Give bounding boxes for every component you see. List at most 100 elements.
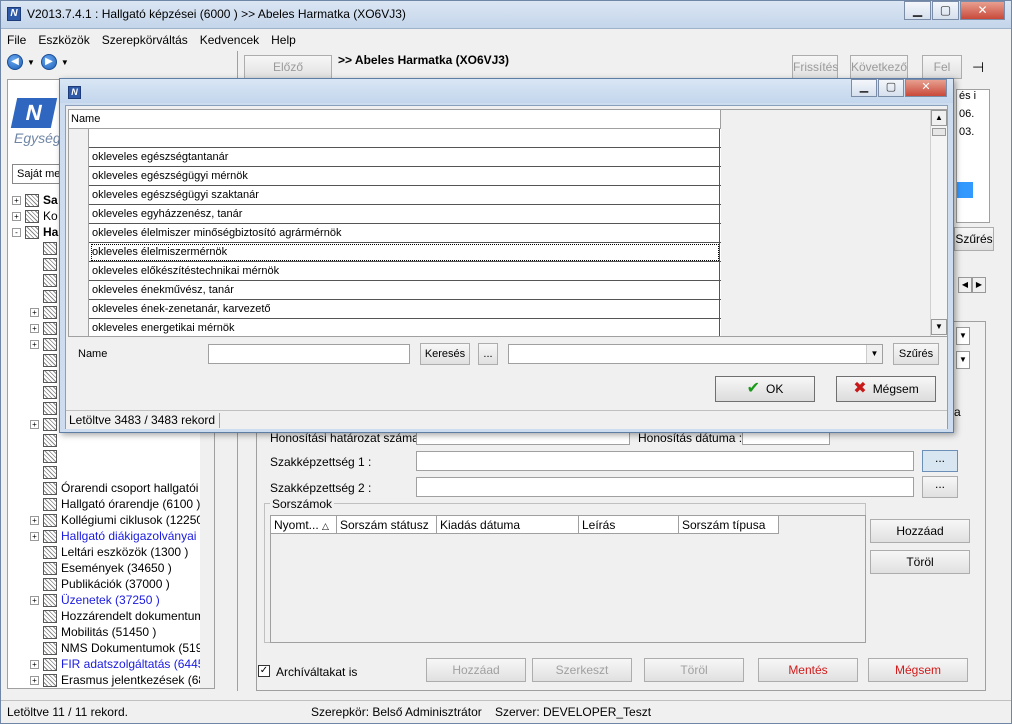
name-grid-row[interactable] (69, 129, 721, 148)
szakkepzettseg-1-input[interactable] (416, 451, 914, 471)
row-selector[interactable] (69, 281, 89, 300)
torol-button[interactable]: Töröl (644, 658, 744, 682)
tree-item[interactable]: Események (34650 ) (8, 560, 214, 576)
row-selector[interactable] (69, 186, 89, 205)
menu-kedvencek[interactable]: Kedvencek (200, 33, 259, 47)
col-nyomt[interactable]: Nyomt... △ (271, 516, 337, 534)
filter-dropdown-icon[interactable]: ▼ (866, 345, 882, 363)
tree-item[interactable]: Órarendi csoport hallgatói (43 (8, 480, 214, 496)
name-grid-row[interactable]: okleveles energetikai mérnök (69, 319, 721, 336)
dialog-close-button[interactable]: ✕ (905, 79, 947, 97)
previous-button[interactable]: Előző (244, 55, 332, 79)
mentes-button[interactable]: Mentés (758, 658, 858, 682)
szakkepzettseg-2-input[interactable] (416, 477, 914, 497)
back-arrow-icon[interactable]: ◀ (7, 54, 23, 70)
row-selector[interactable] (69, 262, 89, 281)
name-grid-row[interactable]: okleveles ének-zenetanár, karvezető (69, 300, 721, 319)
sorszamok-grid[interactable]: Nyomt... △ Sorszám státusz Kiadás dátuma… (270, 515, 866, 643)
dialog-filter-button[interactable]: Szűrés (893, 343, 939, 365)
dialog-minimize-button[interactable]: ▁ (851, 79, 877, 97)
name-grid-row[interactable]: okleveles énekművész, tanár (69, 281, 721, 300)
tab-scroll-right-icon[interactable]: ▶ (972, 277, 986, 293)
tree-item[interactable]: + FIR adatszolgáltatás (64450 ) (8, 656, 214, 672)
tree-item[interactable]: + Hallgató diákigazolványai (11 (8, 528, 214, 544)
search-name-input[interactable] (208, 344, 410, 364)
name-grid-row[interactable]: okleveles egészségtantanár (69, 148, 721, 167)
menu-eszkozok[interactable]: Eszközök (38, 33, 89, 47)
search-button[interactable]: Keresés (420, 343, 470, 365)
tree-item[interactable]: Hozzárendelt dokumentumok (8, 608, 214, 624)
dialog-dots-button[interactable]: ... (478, 343, 498, 365)
expand-icon[interactable]: + (30, 595, 39, 605)
expand-icon[interactable]: + (30, 339, 39, 349)
name-grid-scrollbar[interactable]: ▲ ▼ (930, 110, 947, 336)
maximize-button[interactable]: ▢ (932, 1, 959, 20)
szakkepzettseg-2-browse-button[interactable]: ... (922, 476, 958, 498)
szerkeszt-button[interactable]: Szerkeszt (532, 658, 632, 682)
tree-item[interactable]: Mobilitás (51450 ) (8, 624, 214, 640)
row-selector[interactable] (69, 319, 89, 336)
tree-item[interactable] (8, 432, 214, 448)
row-selector[interactable] (69, 243, 89, 262)
expand-icon[interactable]: + (30, 419, 39, 429)
forward-arrow-icon[interactable]: ▶ (40, 54, 57, 70)
tree-item[interactable] (8, 464, 214, 480)
scroll-down-icon[interactable]: ▼ (931, 319, 947, 335)
expand-icon[interactable]: + (12, 211, 21, 221)
name-grid-row[interactable]: okleveles egészségügyi szaktanár (69, 186, 721, 205)
expand-icon[interactable]: + (30, 323, 39, 333)
filter-select[interactable]: ▼ (508, 344, 883, 364)
megsem-button[interactable]: Mégsem (868, 658, 968, 682)
hozzaad-button[interactable]: Hozzáad (426, 658, 526, 682)
ok-button[interactable]: ✔ OK (715, 376, 815, 402)
name-grid-row[interactable]: okleveles előkészítéstechnikai mérnök (69, 262, 721, 281)
tree-item[interactable]: + Üzenetek (37250 ) (8, 592, 214, 608)
col-leiras[interactable]: Leírás (579, 516, 679, 534)
tree-item[interactable]: Oktatási azonosító változás ( (8, 688, 214, 689)
szures-behind-button[interactable]: Szűrés (954, 227, 994, 251)
expand-icon[interactable]: + (30, 515, 39, 525)
row-selector[interactable] (69, 167, 89, 186)
tree-item[interactable]: + Erasmus jelentkezések (6805 (8, 672, 214, 688)
name-grid-row[interactable]: okleveles élelmiszermérnök (69, 243, 721, 262)
row-selector[interactable] (69, 148, 89, 167)
dialog-titlebar[interactable]: N ▁ ▢ ✕ (60, 79, 953, 103)
col-sorszam-statusz[interactable]: Sorszám státusz (337, 516, 437, 534)
refresh-button[interactable]: Frissítés (792, 55, 838, 79)
dialog-maximize-button[interactable]: ▢ (878, 79, 904, 97)
cancel-button[interactable]: ✖ Mégsem (836, 376, 936, 402)
scroll-thumb[interactable] (932, 128, 946, 136)
back-dropdown-icon[interactable]: ▼ (27, 58, 35, 67)
tree-item[interactable] (8, 448, 214, 464)
row-selector[interactable] (69, 300, 89, 319)
expand-icon[interactable]: + (30, 307, 39, 317)
tree-item[interactable]: + Kollégiumi ciklusok (12250 ) (8, 512, 214, 528)
tab-scroll-left-icon[interactable]: ◀ (958, 277, 972, 293)
name-grid-row[interactable]: okleveles élelmiszer minőségbiztosító ag… (69, 224, 721, 243)
tree-item[interactable]: NMS Dokumentumok (51900 (8, 640, 214, 656)
szakkepzettseg-1-browse-button[interactable]: ... (922, 450, 958, 472)
next-button[interactable]: Következő (850, 55, 908, 79)
name-grid-row[interactable]: okleveles egészségügyi mérnök (69, 167, 721, 186)
archived-checkbox[interactable]: ✓ (258, 665, 270, 677)
main-titlebar[interactable]: N V2013.7.4.1 : Hallgató képzései (6000 … (1, 1, 1011, 29)
col-sorszam-tipusa[interactable]: Sorszám típusa (679, 516, 779, 534)
name-grid-row[interactable]: okleveles egyházzenész, tanár (69, 205, 721, 224)
row-selector[interactable] (69, 205, 89, 224)
torol-sorszam-button[interactable]: Töröl (870, 550, 970, 574)
hozzaad-sorszam-button[interactable]: Hozzáad (870, 519, 970, 543)
collapse-icon[interactable]: - (12, 227, 21, 237)
forward-dropdown-icon[interactable]: ▼ (61, 58, 69, 67)
close-button[interactable]: ✕ (960, 1, 1005, 20)
tree-item[interactable]: Leltári eszközök (1300 ) (8, 544, 214, 560)
menu-help[interactable]: Help (271, 33, 296, 47)
tree-item[interactable]: Hallgató órarendje (6100 ) (8, 496, 214, 512)
pin-icon[interactable]: ⊣ (972, 59, 984, 76)
menu-file[interactable]: File (7, 33, 26, 47)
up-button[interactable]: Fel (922, 55, 962, 79)
name-column-header[interactable]: Name (69, 110, 721, 129)
col-kiadas-datuma[interactable]: Kiadás dátuma (437, 516, 579, 534)
scroll-up-icon[interactable]: ▲ (931, 110, 947, 126)
row-selector[interactable] (69, 129, 89, 148)
menu-szerepkorvaltas[interactable]: Szerepkörváltás (102, 33, 188, 47)
